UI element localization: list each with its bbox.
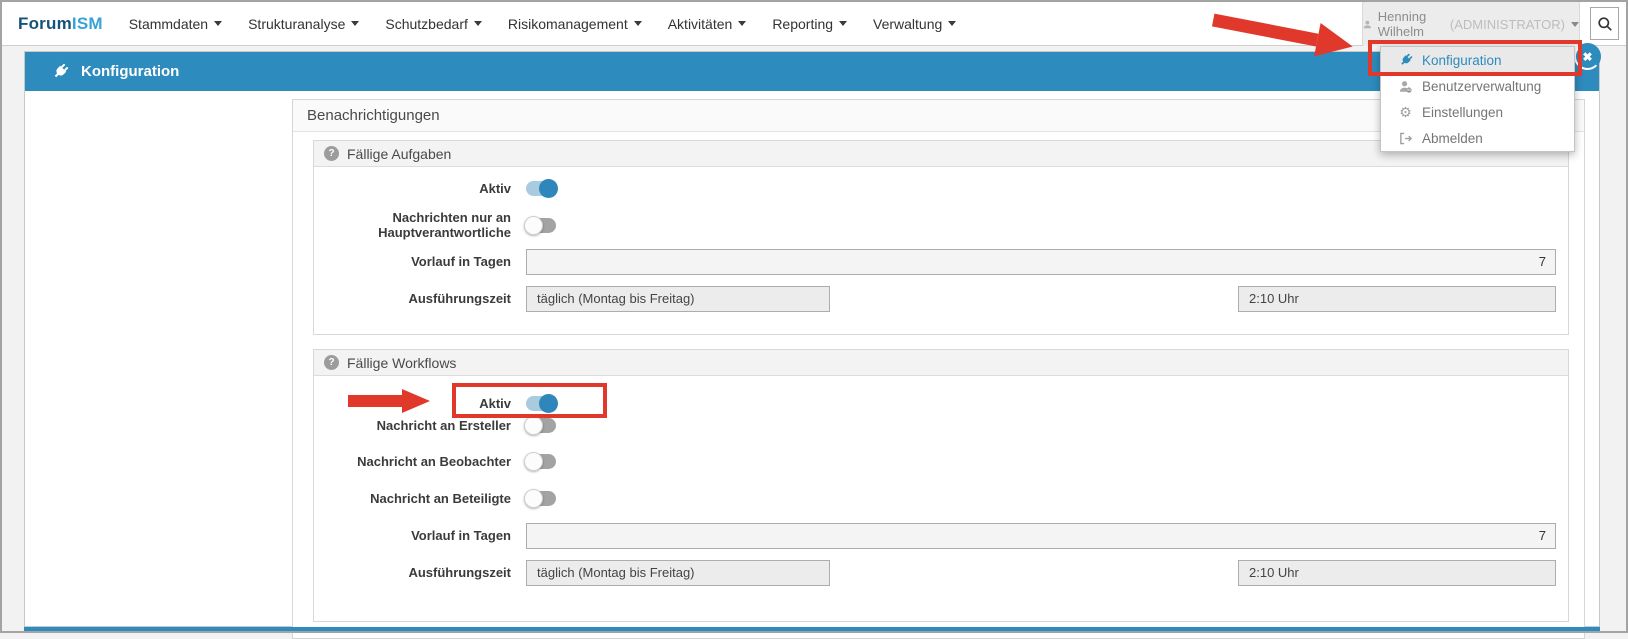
vorlauf-input[interactable]: 7 xyxy=(526,523,1556,549)
plug-icon xyxy=(52,63,69,80)
annotation-rect-aktiv xyxy=(452,383,607,418)
page-title: Konfiguration xyxy=(81,63,179,80)
vorlauf-label: Vorlauf in Tagen xyxy=(314,254,511,269)
aktiv-label: Aktiv xyxy=(314,181,511,196)
menu-risikomanagement[interactable]: Risikomanagement xyxy=(508,16,642,32)
section-title: Fällige Aufgaben xyxy=(347,146,451,162)
chevron-down-icon xyxy=(351,21,359,26)
person-icon xyxy=(1363,18,1372,31)
app-logo: ForumISM xyxy=(18,14,103,34)
svg-text:oo: oo xyxy=(1407,87,1412,92)
nachricht-beteiligte-label: Nachricht an Beteiligte xyxy=(314,491,511,506)
page-header-bar: Konfiguration xyxy=(25,52,1599,91)
menu-strukturanalyse[interactable]: Strukturanalyse xyxy=(248,16,359,32)
vorlauf-label: Vorlauf in Tagen xyxy=(314,528,511,543)
ausfuehrungszeit-schedule-select[interactable]: täglich (Montag bis Freitag) xyxy=(526,286,830,312)
chevron-down-icon xyxy=(839,21,847,26)
nachrichten-hauptverantwortliche-label: Nachrichten nur an Hauptverantwortliche xyxy=(314,210,511,240)
logo-text-primary: Forum xyxy=(18,14,72,33)
benachrichtigungen-panel: Benachrichtigungen ? Fällige Aufgaben Ak… xyxy=(292,99,1585,639)
vorlauf-input[interactable]: 7 xyxy=(526,249,1556,275)
nachricht-beteiligte-toggle[interactable] xyxy=(526,491,556,506)
chevron-down-icon xyxy=(948,21,956,26)
annotation-rect-konfiguration xyxy=(1368,40,1582,76)
menu-stammdaten[interactable]: Stammdaten xyxy=(129,16,222,32)
users-icon: oo xyxy=(1398,80,1413,93)
menu-item-einstellungen[interactable]: ⚙ Einstellungen xyxy=(1381,99,1574,125)
menu-reporting[interactable]: Reporting xyxy=(772,16,847,32)
chevron-down-icon xyxy=(634,21,642,26)
search-button[interactable] xyxy=(1590,7,1619,40)
ausfuehrungszeit-time-field[interactable]: 2:10 Uhr xyxy=(1238,560,1556,586)
chevron-down-icon xyxy=(738,21,746,26)
menu-aktivitaeten[interactable]: Aktivitäten xyxy=(668,16,747,32)
chevron-down-icon xyxy=(1571,22,1579,27)
next-panel-header-edge xyxy=(24,627,1600,633)
menu-schutzbedarf[interactable]: Schutzbedarf xyxy=(385,16,482,32)
nachricht-beobachter-label: Nachricht an Beobachter xyxy=(314,454,511,469)
logo-text-secondary: ISM xyxy=(72,14,103,33)
aktiv-toggle[interactable] xyxy=(526,181,556,196)
menu-verwaltung[interactable]: Verwaltung xyxy=(873,16,956,32)
ausfuehrungszeit-label: Ausführungszeit xyxy=(314,565,511,580)
menu-item-benutzerverwaltung[interactable]: oo Benutzerverwaltung xyxy=(1381,73,1574,99)
gear-icon: ⚙ xyxy=(1398,105,1413,119)
logout-icon xyxy=(1398,132,1413,145)
nachricht-ersteller-label: Nachricht an Ersteller xyxy=(314,418,511,433)
ausfuehrungszeit-schedule-select[interactable]: täglich (Montag bis Freitag) xyxy=(526,560,830,586)
chevron-down-icon xyxy=(214,21,222,26)
nachricht-ersteller-toggle[interactable] xyxy=(526,418,556,433)
user-name: Henning Wilhelm xyxy=(1378,9,1444,39)
help-icon[interactable]: ? xyxy=(324,146,339,161)
chevron-down-icon xyxy=(474,21,482,26)
ausfuehrungszeit-label: Ausführungszeit xyxy=(314,291,511,306)
section-faellige-aufgaben: ? Fällige Aufgaben Aktiv Nachrichten nur… xyxy=(313,140,1569,335)
content-card: Konfiguration Benachrichtigungen ? Fälli… xyxy=(24,51,1600,627)
section-title: Fällige Workflows xyxy=(347,355,456,371)
nachricht-beobachter-toggle[interactable] xyxy=(526,454,556,469)
help-icon[interactable]: ? xyxy=(324,355,339,370)
annotation-arrow-aktiv xyxy=(348,389,430,413)
user-role: (ADMINISTRATOR) xyxy=(1450,17,1565,32)
nachrichten-hauptverantwortliche-toggle[interactable] xyxy=(526,218,556,233)
main-menu: Stammdaten Strukturanalyse Schutzbedarf … xyxy=(129,16,957,32)
menu-item-abmelden[interactable]: Abmelden xyxy=(1381,125,1574,151)
search-icon xyxy=(1597,16,1613,32)
ausfuehrungszeit-time-field[interactable]: 2:10 Uhr xyxy=(1238,286,1556,312)
